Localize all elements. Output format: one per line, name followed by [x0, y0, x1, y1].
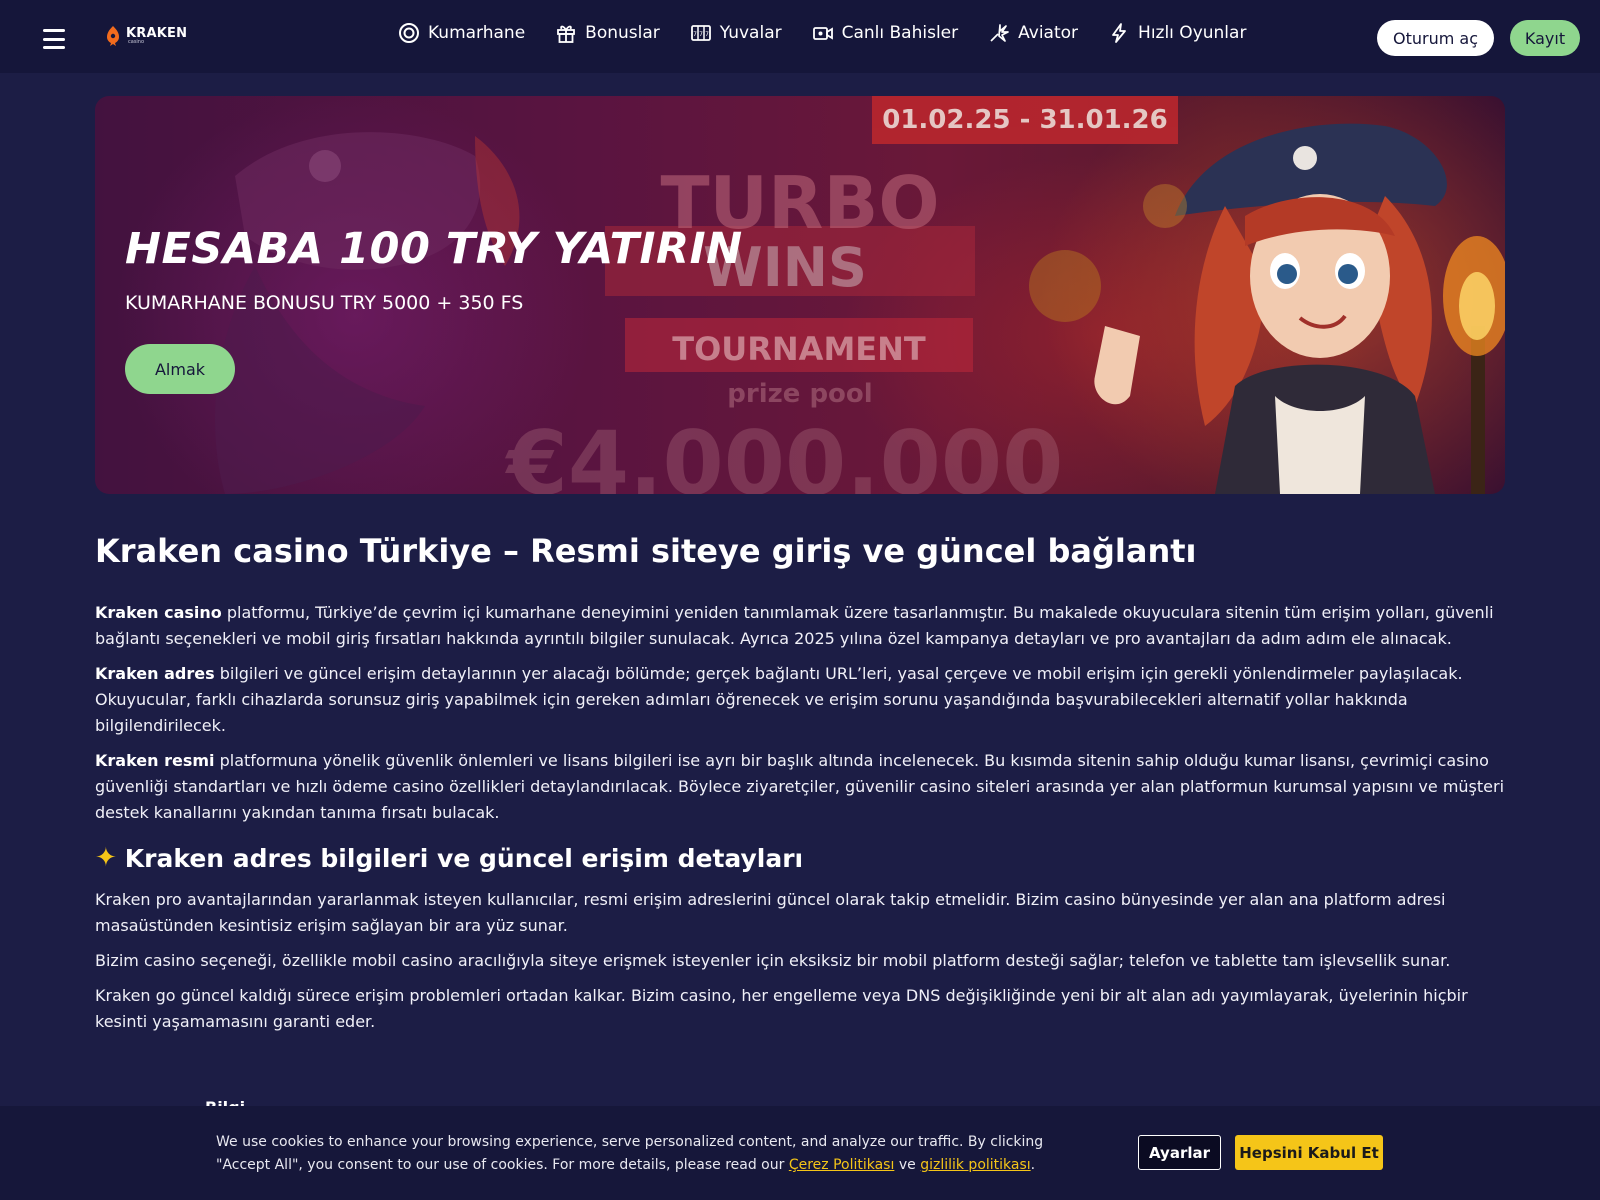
site-header: KRAKEN casino Kumarhane Bonuslar 777 Yuv… [0, 0, 1600, 73]
claim-bonus-button[interactable]: Almak [125, 344, 235, 394]
intro-paragraph: Kraken resmi platformuna yönelik güvenli… [95, 748, 1505, 826]
nav-label: Aviator [1018, 23, 1079, 43]
accept-all-cookies-button[interactable]: Hepsini Kabul Et [1235, 1135, 1383, 1170]
paragraph-text: platformu, Türkiye’de çevrim içi kumarha… [95, 603, 1494, 648]
svg-text:7: 7 [705, 31, 709, 38]
keyword: Kraken adres [95, 664, 215, 683]
promo-dates: 01.02.25 - 31.01.26 [872, 96, 1178, 144]
nav-item-yuvalar[interactable]: 777 Yuvalar [690, 22, 782, 44]
banner-art-tournament: TOURNAMENT [672, 330, 926, 368]
nav-label: Canlı Bahisler [841, 23, 959, 43]
section-paragraph: Kraken go güncel kaldığı sürece erişim p… [95, 986, 1468, 1031]
cookie-settings-button[interactable]: Ayarlar [1138, 1135, 1221, 1170]
nav-item-canli-bahisler[interactable]: Canlı Bahisler [812, 22, 959, 44]
menu-icon[interactable] [43, 29, 65, 49]
keyword: Kraken casino [95, 603, 222, 622]
svg-text:7: 7 [693, 31, 697, 38]
page-title: Kraken casino Türkiye – Resmi siteye gir… [95, 532, 1197, 570]
logo-sub: casino [128, 39, 145, 45]
svg-text:7: 7 [699, 31, 703, 38]
article-content: Kraken casino Türkiye – Resmi siteye gir… [95, 532, 1505, 1044]
cookie-text-end: . [1030, 1157, 1036, 1173]
cookie-message: We use cookies to enhance your browsing … [216, 1131, 1096, 1177]
lightning-icon [1112, 23, 1126, 43]
nav-label: Kumarhane [428, 23, 526, 43]
main-nav: Kumarhane Bonuslar 777 Yuvalar Canlı Bah… [398, 20, 1276, 46]
sparkle-icon: ✦ [95, 843, 117, 873]
section-heading: ✦ Kraken adres bilgileri ve güncel erişi… [95, 843, 1505, 873]
banner-subtitle: KUMARHANE BONUSU TRY 5000 + 350 FS [125, 292, 524, 314]
intro-paragraph: Kraken adres bilgileri ve güncel erişim … [95, 661, 1505, 739]
paragraph-text: platformuna yönelik güvenlik önlemleri v… [95, 751, 1505, 822]
nav-label: Hızlı Oyunlar [1138, 23, 1247, 43]
slots-icon: 777 [690, 25, 711, 41]
kraken-logo[interactable]: KRAKEN casino [104, 24, 187, 48]
section-heading-text: Kraken adres bilgileri ve güncel erişim … [124, 843, 804, 873]
gift-icon [557, 25, 576, 43]
register-button[interactable]: Kayıt [1510, 20, 1580, 56]
nav-item-aviator[interactable]: Aviator [988, 22, 1078, 44]
keyword: Kraken resmi [95, 751, 215, 770]
casino-chip-icon [399, 23, 419, 43]
aviator-plane-icon [990, 24, 1009, 42]
banner-art-amount: €4.000.000 [505, 412, 1064, 494]
banner-art-prize: prize pool [727, 379, 872, 409]
kraken-logo-icon [107, 26, 119, 46]
cookie-policy-link[interactable]: Çerez Politikası [789, 1157, 895, 1173]
nav-label: Yuvalar [719, 23, 782, 43]
section-paragraph: Kraken pro avantajlarından yararlanmak i… [95, 890, 1446, 935]
paragraph-text: bilgileri ve güncel erişim detaylarının … [95, 664, 1463, 735]
nav-label: Bonuslar [585, 23, 660, 43]
promo-banner[interactable]: TURBO WINS TOURNAMENT prize pool €4.000.… [95, 96, 1505, 494]
live-camera-icon [812, 27, 833, 40]
section-paragraph: Bizim casino seçeneği, özellikle mobil c… [95, 951, 1451, 970]
nav-item-kumarhane[interactable]: Kumarhane [398, 22, 525, 44]
nav-item-bonuslar[interactable]: Bonuslar [555, 22, 660, 44]
cookie-text-joiner: ve [894, 1157, 921, 1173]
banner-title: HESABA 100 TRY YATIRIN [125, 224, 743, 274]
nav-item-hizli-oyunlar[interactable]: Hızlı Oyunlar [1108, 22, 1246, 44]
intro-paragraph: Kraken casino platformu, Türkiye’de çevr… [95, 600, 1505, 652]
login-button[interactable]: Oturum aç [1377, 20, 1494, 56]
privacy-policy-link[interactable]: gizlilik politikası [920, 1157, 1030, 1173]
